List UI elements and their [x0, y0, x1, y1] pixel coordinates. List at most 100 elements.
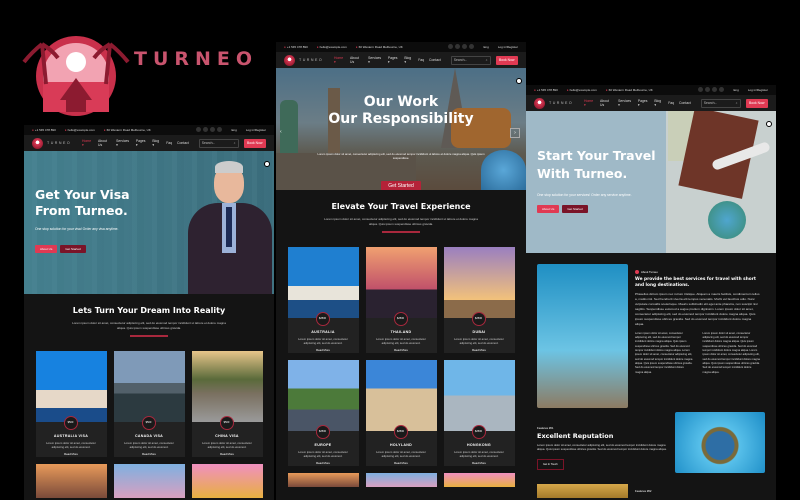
- top-bar: ●+1 545 478 890 ●hello@example.com ●60 Wes…: [24, 125, 274, 135]
- search-input[interactable]: Search... ⌕: [198, 138, 239, 148]
- get-started-button[interactable]: Get Started: [381, 180, 421, 190]
- destination-card-peek[interactable]: [113, 463, 185, 498]
- book-now-button[interactable]: Book Now: [745, 98, 769, 108]
- nav-item[interactable]: Services ▾: [368, 56, 383, 64]
- language-select[interactable]: Eng: [231, 128, 236, 132]
- destination-card[interactable]: $2500 EUROPE Lorem ipsum dolor sit amet, c…: [287, 359, 359, 466]
- search-icon[interactable]: ⌕: [234, 141, 236, 145]
- facebook-icon[interactable]: [196, 127, 202, 132]
- destination-card-peek[interactable]: [443, 472, 515, 487]
- read-more-link[interactable]: Read More: [366, 348, 437, 352]
- slider-next-button[interactable]: ›: [510, 128, 520, 138]
- twitter-icon[interactable]: [203, 127, 209, 132]
- about-column-2: Lorem ipsum dolor sit amet, consectetur …: [702, 331, 760, 374]
- nav-item[interactable]: Home ▾: [82, 139, 93, 147]
- about-us-button[interactable]: About Us: [537, 205, 560, 213]
- feature-title: Excellent Reputation: [537, 432, 614, 440]
- price-badge: $2500: [315, 311, 330, 326]
- nav-item[interactable]: Faq: [418, 58, 424, 62]
- nav-logo[interactable]: TURNEO: [534, 97, 579, 109]
- nav-item[interactable]: Pages ▾: [638, 99, 650, 107]
- feature-text: Lorem ipsum dolor sit amet, consectetur …: [537, 443, 667, 452]
- twitter-icon[interactable]: [455, 44, 461, 49]
- destination-card[interactable]: $500 CANADA VISA Lorem ipsum dolor sit ame…: [113, 350, 185, 457]
- read-more-link[interactable]: Read More: [366, 461, 437, 465]
- search-placeholder: Search...: [453, 58, 468, 62]
- nav-item[interactable]: Services ▾: [116, 139, 131, 147]
- read-more-link[interactable]: Read More: [444, 348, 515, 352]
- dark-mode-toggle[interactable]: [766, 121, 772, 127]
- facebook-icon[interactable]: [698, 87, 704, 92]
- language-select[interactable]: Eng: [733, 88, 738, 92]
- about-us-button[interactable]: About Us: [35, 245, 58, 253]
- nav-item[interactable]: Contact: [177, 141, 189, 145]
- search-input[interactable]: Search... ⌕: [700, 98, 741, 108]
- card-title: EUROPE: [314, 442, 332, 447]
- instagram-icon[interactable]: [712, 87, 718, 92]
- read-more-link[interactable]: Read More: [192, 452, 263, 456]
- card-title: CHINA VISA: [215, 433, 239, 438]
- nav-item[interactable]: Blog ▾: [404, 56, 413, 64]
- destination-card-peek[interactable]: [365, 472, 437, 487]
- nav-item[interactable]: Blog ▾: [654, 99, 663, 107]
- read-more-link[interactable]: Read More: [36, 452, 107, 456]
- topbar-email: ●hello@example.com: [65, 128, 95, 132]
- login-register-link[interactable]: Log in/Register: [748, 88, 768, 92]
- nav-item[interactable]: Home ▾: [584, 99, 595, 107]
- nav-logo[interactable]: TURNEO: [284, 54, 329, 66]
- destination-card-peek[interactable]: [35, 463, 107, 498]
- destination-card-peek[interactable]: [191, 463, 263, 498]
- facebook-icon[interactable]: [448, 44, 454, 49]
- slider-prev-button[interactable]: ‹: [280, 129, 282, 135]
- destination-card[interactable]: $2500 THAILAND Lorem ipsum dolor sit amet,…: [365, 246, 437, 353]
- book-now-button[interactable]: Book Now: [495, 55, 519, 65]
- nav-item[interactable]: About Us: [350, 56, 363, 64]
- login-register-link[interactable]: Log in/Register: [246, 128, 266, 132]
- destination-card[interactable]: $2500 DUBAI Lorem ipsum dolor sit amet, co…: [443, 246, 515, 353]
- nav-item[interactable]: Contact: [679, 101, 691, 105]
- linkedin-icon[interactable]: [719, 87, 725, 92]
- read-more-link[interactable]: Read More: [114, 452, 185, 456]
- nav-item[interactable]: Pages ▾: [136, 139, 148, 147]
- twitter-icon[interactable]: [705, 87, 711, 92]
- topbar-email-text: hello@example.com: [67, 128, 95, 132]
- dark-mode-toggle[interactable]: [264, 161, 270, 167]
- read-more-link[interactable]: Read More: [288, 348, 359, 352]
- get-started-button[interactable]: Get Started: [562, 205, 588, 213]
- instagram-icon[interactable]: [210, 127, 216, 132]
- search-input[interactable]: Search... ⌕: [450, 55, 491, 65]
- nav-item[interactable]: Pages ▾: [388, 56, 400, 64]
- destination-card[interactable]: $500 AUSTRALIA VISA Lorem ipsum dolor sit …: [35, 350, 107, 457]
- search-icon[interactable]: ⌕: [486, 58, 488, 62]
- card-description: Lorem ipsum dolor sit amet, consectetur …: [46, 440, 96, 449]
- nav-item[interactable]: Contact: [429, 58, 441, 62]
- get-in-touch-button[interactable]: Get In Touch: [537, 458, 564, 470]
- search-icon[interactable]: ⌕: [736, 101, 738, 105]
- card-image: [287, 359, 359, 431]
- destination-card[interactable]: $500 CHINA VISA Lorem ipsum dolor sit amet…: [191, 350, 263, 457]
- nav-item[interactable]: Home ▾: [334, 56, 345, 64]
- book-now-button[interactable]: Book Now: [243, 138, 267, 148]
- topbar-address-text: 60 Western Road Melbourne, UK: [358, 45, 403, 49]
- dark-mode-toggle[interactable]: [516, 78, 522, 84]
- destination-card[interactable]: $2500 AUSTRALIA Lorem ipsum dolor sit amet…: [287, 246, 359, 353]
- nav-item[interactable]: Faq: [166, 141, 172, 145]
- instagram-icon[interactable]: [462, 44, 468, 49]
- nav-logo[interactable]: TURNEO: [32, 137, 77, 149]
- destination-card[interactable]: $2500 HOLYLAND Lorem ipsum dolor sit amet,…: [365, 359, 437, 466]
- nav-item[interactable]: Faq: [668, 101, 674, 105]
- login-register-link[interactable]: Log in/Register: [498, 45, 518, 49]
- nav-item[interactable]: About Us: [600, 99, 613, 107]
- nav-item[interactable]: About Us: [98, 139, 111, 147]
- nav-item[interactable]: Blog ▾: [152, 139, 161, 147]
- linkedin-icon[interactable]: [217, 127, 223, 132]
- destination-card[interactable]: $2500 HONGKONG Lorem ipsum dolor sit amet,…: [443, 359, 515, 466]
- destination-card-peek[interactable]: [287, 472, 359, 487]
- read-more-link[interactable]: Read More: [444, 461, 515, 465]
- nav-item[interactable]: Services ▾: [618, 99, 633, 107]
- linkedin-icon[interactable]: [469, 44, 475, 49]
- get-started-button[interactable]: Get Started: [60, 245, 86, 253]
- card-title: CANADA VISA: [134, 433, 164, 438]
- read-more-link[interactable]: Read More: [288, 461, 359, 465]
- language-select[interactable]: Eng: [483, 45, 488, 49]
